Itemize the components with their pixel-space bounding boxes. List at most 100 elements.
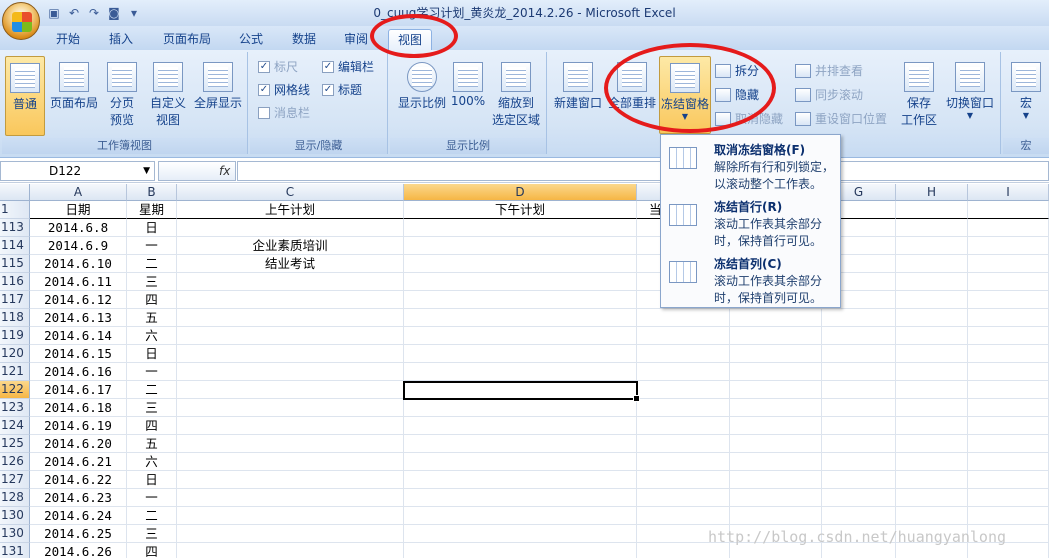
header-cell-weekday[interactable]: 星期 [127,201,177,219]
cell-weekday[interactable]: 日 [127,219,177,237]
row-header[interactable]: 113 [0,219,30,237]
row-header[interactable]: 118 [0,309,30,327]
cell[interactable] [968,381,1049,399]
cell-morning-plan[interactable] [177,381,404,399]
cell-date[interactable]: 2014.6.10 [30,255,127,273]
cell[interactable] [637,345,730,363]
cell-weekday[interactable]: 四 [127,291,177,309]
row-header[interactable]: 125 [0,435,30,453]
cell[interactable] [896,237,968,255]
cell-weekday[interactable]: 五 [127,309,177,327]
custom-views-button[interactable]: 自定义 视图 [148,56,188,128]
name-box-dropdown-icon[interactable]: ▼ [143,162,150,180]
col-header-c[interactable]: C [177,184,404,201]
row-header[interactable]: 131 [0,543,30,558]
header-cell-afternoon[interactable]: 下午计划 [404,201,637,219]
cell-morning-plan[interactable] [177,363,404,381]
cell[interactable] [896,273,968,291]
cell[interactable] [968,399,1049,417]
cell[interactable] [896,255,968,273]
tab-home[interactable]: 开始 [50,29,86,50]
cell[interactable] [637,417,730,435]
cell-weekday[interactable]: 日 [127,471,177,489]
menu-item-freeze-first-column[interactable]: 冻结首列(C) 滚动工作表其余部分时，保持首列可见。 [661,251,841,309]
cell[interactable] [404,309,637,327]
cell-date[interactable]: 2014.6.25 [30,525,127,543]
cell[interactable] [730,327,822,345]
cell-weekday[interactable]: 三 [127,399,177,417]
row-header[interactable]: 128 [0,489,30,507]
cell[interactable] [896,345,968,363]
cell[interactable] [730,381,822,399]
row-header[interactable]: 120 [0,345,30,363]
row-header[interactable]: 1 [0,201,30,219]
cell[interactable] [896,291,968,309]
col-header-h[interactable]: H [896,184,968,201]
cell[interactable] [968,273,1049,291]
cell[interactable] [637,471,730,489]
macros-button[interactable]: 宏 ▼ [1007,56,1045,120]
zoom-to-selection-button[interactable]: 缩放到 选定区域 [488,56,544,128]
cell[interactable] [822,507,896,525]
cell[interactable] [968,345,1049,363]
cell[interactable] [822,363,896,381]
new-window-button[interactable]: 新建窗口 [551,56,605,111]
cell[interactable] [896,435,968,453]
cell[interactable] [896,489,968,507]
cell-morning-plan[interactable]: 结业考试 [177,255,404,273]
cell-date[interactable]: 2014.6.23 [30,489,127,507]
cell[interactable] [637,381,730,399]
cell-morning-plan[interactable] [177,525,404,543]
cell-weekday[interactable]: 一 [127,237,177,255]
cell[interactable] [730,489,822,507]
cell[interactable] [822,435,896,453]
cell-morning-plan[interactable] [177,471,404,489]
cell[interactable] [404,219,637,237]
cell-weekday[interactable]: 五 [127,435,177,453]
row-header[interactable]: 123 [0,399,30,417]
row-header[interactable]: 117 [0,291,30,309]
cell[interactable] [968,453,1049,471]
tab-formulas[interactable]: 公式 [233,29,269,50]
gridlines-checkbox[interactable]: ✓ 网格线 [258,81,310,98]
cell[interactable] [968,489,1049,507]
cell[interactable] [404,453,637,471]
page-layout-view-button[interactable]: 页面布局 [48,56,100,111]
row-header[interactable]: 127 [0,471,30,489]
cell[interactable] [404,345,637,363]
cell[interactable] [730,435,822,453]
menu-item-unfreeze-panes[interactable]: 取消冻结窗格(F) 解除所有行和列锁定，以滚动整个工作表。 [661,137,841,195]
cell-morning-plan[interactable] [177,543,404,558]
tab-page-layout[interactable]: 页面布局 [157,29,217,50]
cell[interactable] [404,273,637,291]
cell[interactable] [896,453,968,471]
cell[interactable] [730,309,822,327]
cell[interactable] [637,363,730,381]
formula-bar-checkbox[interactable]: ✓ 编辑栏 [322,58,374,75]
col-header-a[interactable]: A [30,184,127,201]
cell[interactable] [896,309,968,327]
cell[interactable] [968,309,1049,327]
row-header[interactable]: 130 [0,525,30,543]
cell-date[interactable]: 2014.6.20 [30,435,127,453]
cell-date[interactable]: 2014.6.13 [30,309,127,327]
cell-weekday[interactable]: 六 [127,453,177,471]
cell[interactable] [404,489,637,507]
cell-weekday[interactable]: 一 [127,363,177,381]
cell[interactable] [896,507,968,525]
cell[interactable] [637,453,730,471]
cell-date[interactable]: 2014.6.11 [30,273,127,291]
cell[interactable] [822,327,896,345]
cell[interactable] [968,417,1049,435]
cell-date[interactable]: 2014.6.14 [30,327,127,345]
cell[interactable] [896,327,968,345]
cell[interactable] [404,525,637,543]
ruler-checkbox[interactable]: ✓ 标尺 [258,58,298,75]
side-by-side-button[interactable]: 并排查看 [795,62,863,79]
full-screen-button[interactable]: 全屏显示 [190,56,246,111]
cell[interactable] [404,255,637,273]
cell-date[interactable]: 2014.6.22 [30,471,127,489]
cell[interactable] [968,327,1049,345]
cell-weekday[interactable]: 二 [127,381,177,399]
cell[interactable] [822,381,896,399]
